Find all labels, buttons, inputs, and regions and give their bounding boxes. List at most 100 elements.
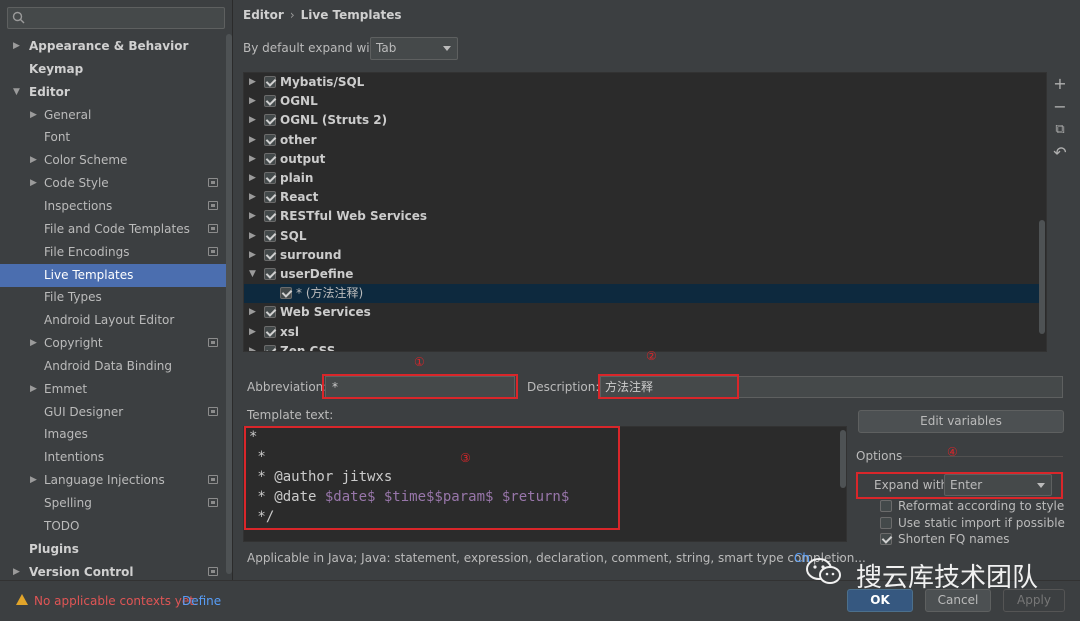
- chevron-right-icon[interactable]: ▶: [30, 149, 37, 172]
- chevron-right-icon[interactable]: ▶: [249, 131, 256, 150]
- checkbox-empty-icon[interactable]: [880, 516, 892, 529]
- template-group[interactable]: ▶ plain: [244, 169, 1044, 188]
- sidebar-item[interactable]: GUI Designer: [0, 401, 232, 424]
- remove-icon[interactable]: −: [1052, 99, 1068, 115]
- template-checkbox[interactable]: [264, 133, 276, 146]
- sidebar-item[interactable]: ▶ Emmet: [0, 378, 232, 401]
- template-group[interactable]: ▶ OGNL: [244, 92, 1044, 111]
- checkbox-empty-icon[interactable]: [880, 500, 892, 512]
- add-icon[interactable]: +: [1052, 76, 1068, 92]
- chevron-right-icon[interactable]: ▶: [249, 73, 256, 92]
- template-item[interactable]: * (方法注释): [244, 284, 1044, 304]
- sidebar-item[interactable]: Android Layout Editor: [0, 309, 232, 332]
- chevron-right-icon[interactable]: ▶: [249, 227, 256, 246]
- sidebar-item[interactable]: TODO: [0, 515, 232, 538]
- template-text-scrollbar[interactable]: [840, 430, 846, 488]
- template-group[interactable]: ▶ Zen CSS: [244, 342, 1044, 352]
- sidebar-item[interactable]: Keymap: [0, 58, 232, 81]
- chevron-right-icon[interactable]: ▶: [30, 172, 37, 195]
- wechat-logo-icon: [804, 556, 844, 588]
- template-group[interactable]: ▶ Mybatis/SQL: [244, 73, 1044, 92]
- copy-icon[interactable]: ⧉: [1052, 122, 1068, 138]
- revert-icon[interactable]: ↶: [1052, 145, 1068, 161]
- chevron-right-icon[interactable]: ▶: [249, 323, 256, 342]
- template-checkbox[interactable]: [264, 172, 276, 184]
- template-checkbox[interactable]: [264, 306, 276, 319]
- chevron-right-icon[interactable]: ▶: [249, 188, 256, 207]
- chevron-down-icon[interactable]: ▼: [13, 81, 20, 104]
- chevron-right-icon[interactable]: ▶: [30, 332, 37, 355]
- sidebar-item[interactable]: File Encodings: [0, 241, 232, 264]
- template-checkbox[interactable]: [264, 76, 276, 88]
- sidebar-item[interactable]: Images: [0, 423, 232, 446]
- sidebar-item[interactable]: Inspections: [0, 195, 232, 218]
- default-expand-select[interactable]: Tab: [370, 37, 458, 60]
- checkbox-checked-icon[interactable]: [880, 533, 892, 545]
- chevron-right-icon[interactable]: ▶: [249, 150, 256, 169]
- template-group[interactable]: ▶ Web Services: [244, 303, 1044, 322]
- template-checkbox[interactable]: [280, 287, 292, 300]
- sidebar-item-label: Emmet: [44, 381, 88, 396]
- sidebar-item[interactable]: ▼ Editor: [0, 81, 232, 104]
- template-name: Zen CSS: [280, 343, 336, 352]
- sidebar-item[interactable]: Font: [0, 126, 232, 149]
- template-group[interactable]: ▶ RESTful Web Services: [244, 207, 1044, 226]
- sidebar-item[interactable]: ▶ General: [0, 104, 232, 127]
- template-group[interactable]: ▶ output: [244, 150, 1044, 169]
- template-checkbox[interactable]: [264, 191, 276, 204]
- template-group[interactable]: ▶ SQL: [244, 227, 1044, 246]
- sidebar-item-label: File Types: [44, 290, 102, 305]
- annotation-label-1: ①: [414, 355, 425, 369]
- sidebar-item[interactable]: Plugins: [0, 538, 232, 561]
- chevron-right-icon[interactable]: ▶: [249, 207, 256, 226]
- template-checkbox[interactable]: [264, 325, 276, 338]
- sidebar-item[interactable]: Android Data Binding: [0, 355, 232, 378]
- sidebar-item[interactable]: ▶ Appearance & Behavior: [0, 35, 232, 58]
- define-link[interactable]: Define: [182, 594, 221, 608]
- template-group[interactable]: ▶ xsl: [244, 323, 1044, 342]
- sidebar-item-label: Editor: [29, 84, 70, 99]
- template-checkbox[interactable]: [264, 95, 276, 108]
- chevron-right-icon[interactable]: ▶: [249, 342, 256, 351]
- template-list-scrollbar[interactable]: [1039, 220, 1045, 334]
- option-label: Shorten FQ names: [898, 532, 1010, 546]
- search-input[interactable]: [7, 7, 225, 29]
- template-group[interactable]: ▶ other: [244, 131, 1044, 150]
- chevron-right-icon[interactable]: ▶: [13, 35, 20, 58]
- chevron-right-icon[interactable]: ▶: [30, 469, 37, 492]
- project-scope-icon: [208, 475, 218, 485]
- template-group[interactable]: ▶ surround: [244, 246, 1044, 265]
- sidebar-item[interactable]: File Types: [0, 286, 232, 309]
- template-checkbox[interactable]: [264, 114, 276, 127]
- chevron-right-icon[interactable]: ▶: [249, 111, 256, 130]
- sidebar-item[interactable]: Spelling: [0, 492, 232, 515]
- chevron-right-icon[interactable]: ▶: [30, 378, 37, 401]
- sidebar-item[interactable]: ▶ Language Injections: [0, 469, 232, 492]
- template-checkbox[interactable]: [264, 229, 276, 242]
- template-checkbox[interactable]: [264, 210, 276, 223]
- sidebar-item[interactable]: Live Templates: [0, 263, 232, 287]
- template-checkbox[interactable]: [264, 344, 276, 351]
- template-group[interactable]: ▶ OGNL (Struts 2): [244, 111, 1044, 130]
- sidebar-item[interactable]: Intentions: [0, 446, 232, 469]
- template-checkbox[interactable]: [264, 152, 276, 165]
- sidebar-item[interactable]: File and Code Templates: [0, 218, 232, 241]
- chevron-right-icon[interactable]: ▶: [249, 169, 256, 188]
- chevron-right-icon[interactable]: ▶: [30, 104, 37, 127]
- breadcrumb-parent[interactable]: Editor: [243, 8, 284, 22]
- template-checkbox[interactable]: [264, 248, 276, 261]
- template-name: Web Services: [280, 305, 371, 320]
- chevron-down-icon[interactable]: ▼: [249, 265, 256, 284]
- sidebar-item[interactable]: ▶ Code Style: [0, 172, 232, 195]
- breadcrumb-current: Live Templates: [300, 8, 402, 22]
- chevron-right-icon[interactable]: ▶: [249, 92, 256, 111]
- sidebar-item[interactable]: ▶ Color Scheme: [0, 149, 232, 172]
- template-group[interactable]: ▶ React: [244, 188, 1044, 207]
- sidebar-item[interactable]: ▶ Copyright: [0, 332, 232, 355]
- sidebar-scrollbar[interactable]: [226, 34, 232, 574]
- chevron-right-icon[interactable]: ▶: [249, 303, 256, 322]
- template-group[interactable]: ▼ userDefine: [244, 265, 1044, 284]
- edit-variables-button[interactable]: Edit variables: [858, 410, 1064, 433]
- template-checkbox[interactable]: [264, 268, 276, 280]
- chevron-right-icon[interactable]: ▶: [249, 246, 256, 265]
